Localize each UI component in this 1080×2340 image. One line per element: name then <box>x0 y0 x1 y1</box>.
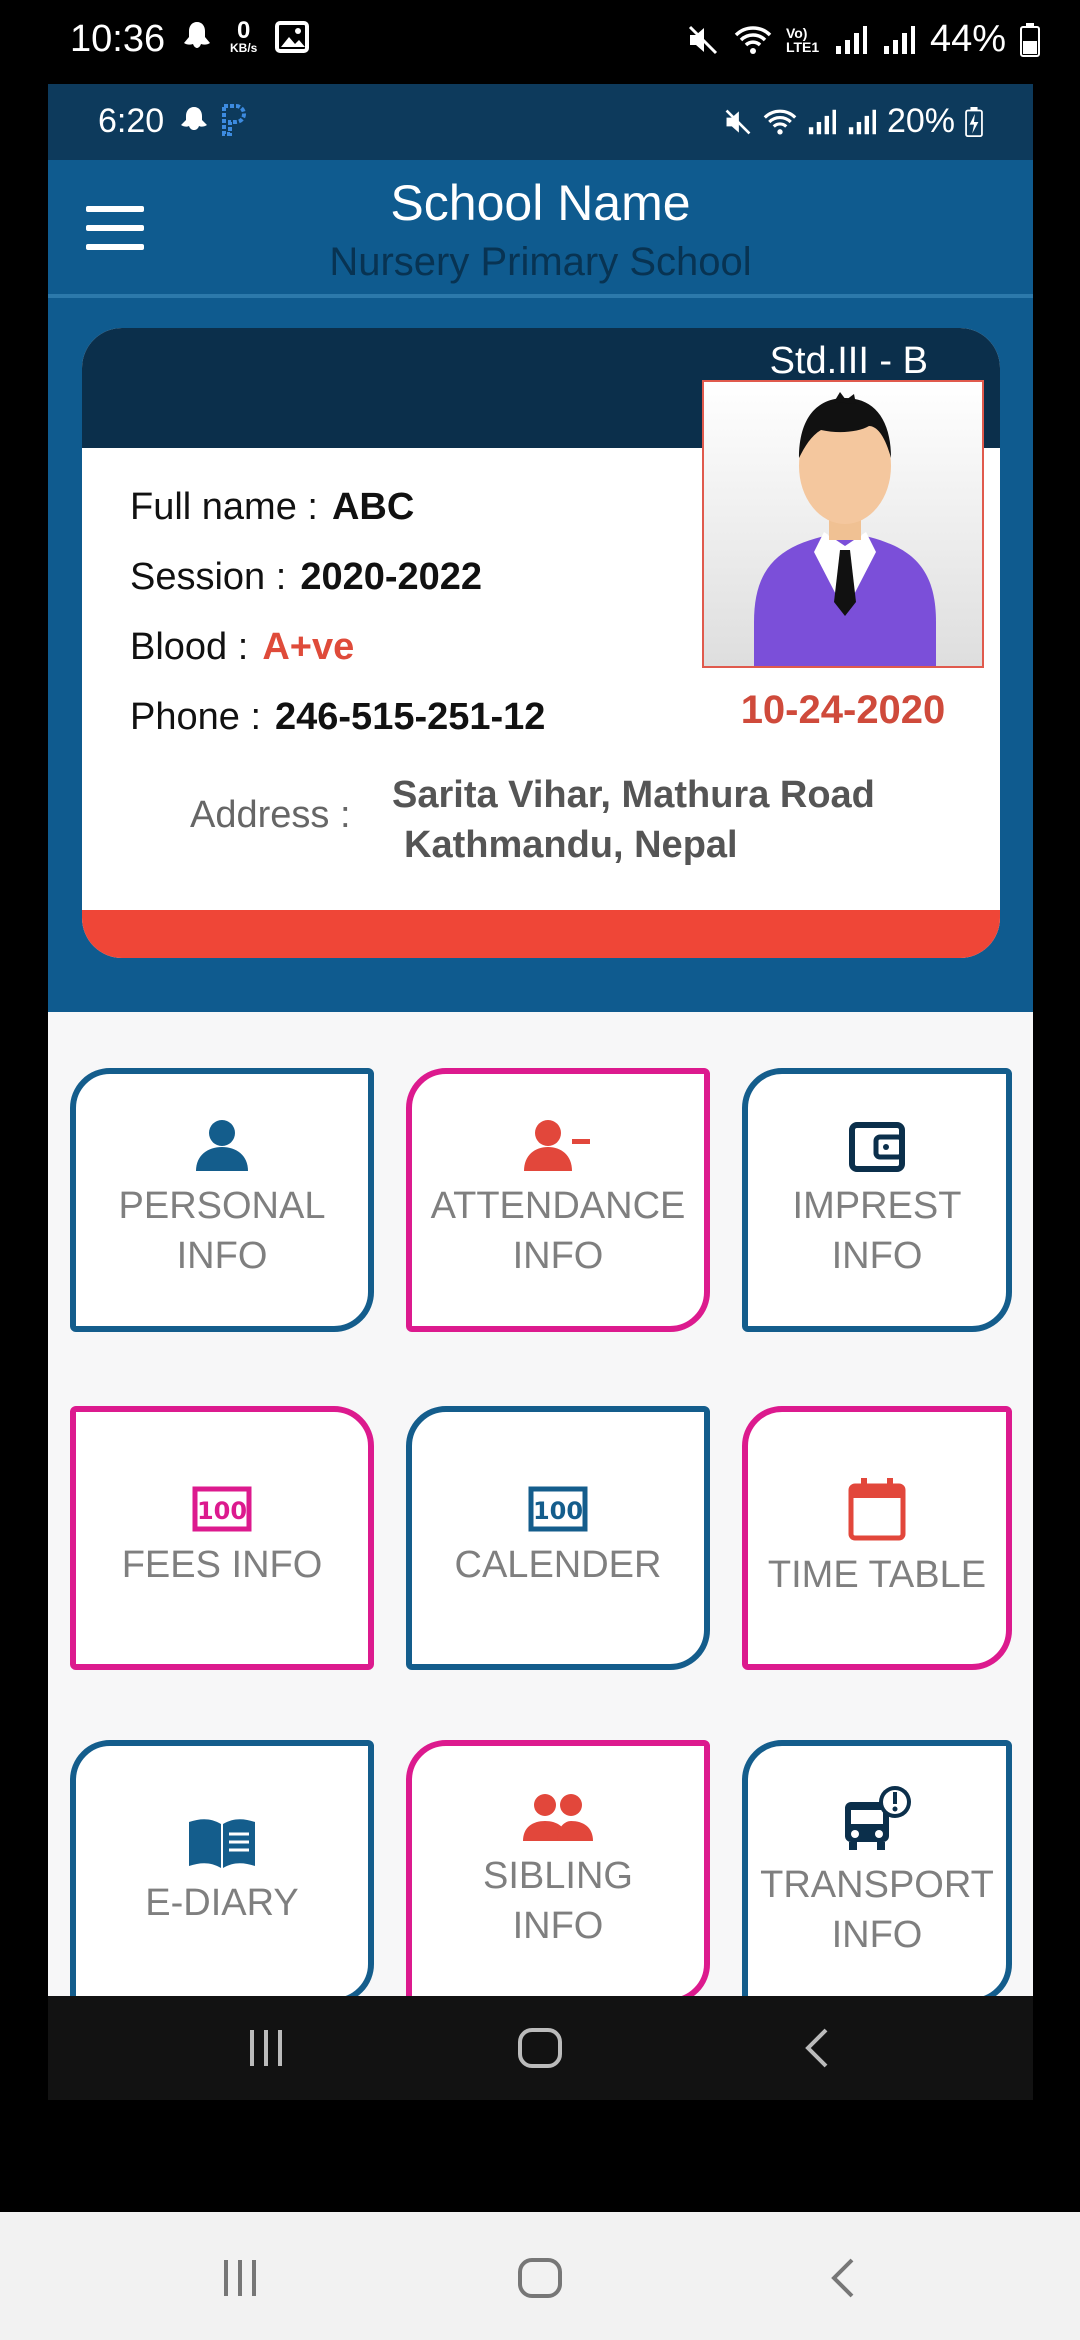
school-name: School Name <box>390 175 691 231</box>
app-frame: 6:20 20% School Name Nursery Primary Sch… <box>48 84 1033 2100</box>
person-icon <box>196 1120 248 1171</box>
time-table-tile[interactable]: TIME TABLE <box>742 1406 1012 1670</box>
app-bar: School Name Nursery Primary School <box>48 160 1033 298</box>
app-nav-bar <box>48 1996 1033 2100</box>
e-diary-tile[interactable]: E-DIARY <box>70 1740 374 2004</box>
session-row: Session :2020-2022 <box>130 556 483 598</box>
address-value: Sarita Vihar, Mathura Road Kathmandu, Ne… <box>392 774 875 866</box>
transport-info-tile[interactable]: TRANSPORT INFO <box>742 1740 1012 2004</box>
parking-app-icon <box>222 104 246 136</box>
home-icon[interactable] <box>516 2026 564 2070</box>
session-value: 2020-2022 <box>300 556 483 598</box>
full-name-row: Full name : ABC <box>130 486 415 528</box>
notification-app-icon <box>184 22 210 48</box>
imprest-info-tile[interactable]: IMPREST INFO <box>742 1068 1012 1332</box>
app-signal-icon-2 <box>848 109 876 134</box>
phone-row: Phone :246-515-251-12 <box>130 696 546 738</box>
wifi-icon <box>734 25 772 54</box>
recents-icon[interactable] <box>244 2026 288 2070</box>
person-minus-icon <box>524 1120 590 1171</box>
phone-recents-icon[interactable] <box>218 2256 262 2300</box>
phone-value: 246-515-251-12 <box>275 696 546 738</box>
snapchat-icon <box>181 107 207 130</box>
wallet-icon <box>849 1122 905 1172</box>
calender-tile[interactable]: 100 CALENDER <box>406 1406 710 1670</box>
users-icon <box>523 1794 593 1841</box>
phone-nav-bar <box>0 2212 1080 2340</box>
signal-icon <box>835 25 867 54</box>
app-wifi-icon <box>763 109 797 135</box>
charging-battery-icon <box>965 106 983 137</box>
battery-percent: 44% <box>929 18 1006 60</box>
signal-icon-2 <box>883 25 915 54</box>
student-header: Std.III - B 10-24-2020 Full name :ABC S <box>48 298 1033 1012</box>
phone-status-bar: 10:36 0 KB/s Vo) LTE1 44% <box>0 0 1080 84</box>
fees-info-tile[interactable]: 100 FEES INFO <box>70 1406 374 1670</box>
blood-row: Blood : A+ve <box>130 626 355 668</box>
bus-alert-icon <box>845 1786 911 1850</box>
phone-back-icon[interactable] <box>828 2256 858 2300</box>
student-photo <box>702 380 984 668</box>
network-speed: 0 KB/s <box>230 17 258 55</box>
image-notification-icon <box>275 21 310 53</box>
photo-date: 10-24-2020 <box>740 688 946 732</box>
back-icon[interactable] <box>802 2026 832 2070</box>
phone-clock: 10:36 <box>70 18 166 60</box>
address-label: Address : <box>190 794 351 836</box>
svg-text:100: 100 <box>533 1497 583 1525</box>
app-mute-icon <box>725 109 751 134</box>
app-battery-percent: 20% <box>886 102 955 140</box>
calendar-icon <box>848 1478 906 1541</box>
phone-home-icon[interactable] <box>516 2256 564 2300</box>
personal-info-tile[interactable]: PERSONAL INFO <box>70 1068 374 1332</box>
avatar-icon <box>754 392 936 666</box>
book-icon <box>189 1819 255 1868</box>
student-id-card: Std.III - B 10-24-2020 Full name :ABC S <box>82 328 1000 958</box>
svg-text:100: 100 <box>197 1497 247 1525</box>
class-section: Std.III - B <box>769 340 928 382</box>
attendance-info-tile[interactable]: ATTENDANCE INFO <box>406 1068 710 1332</box>
school-subtitle: Nursery Primary School <box>329 240 752 284</box>
money-icon: 100 <box>192 1486 252 1532</box>
blood-value: A+ve <box>262 626 355 668</box>
app-signal-icon <box>808 109 836 134</box>
sibling-info-tile[interactable]: SIBLING INFO <box>406 1740 710 2004</box>
mute-icon <box>688 25 717 54</box>
app-status-bar: 6:20 20% <box>48 84 1033 160</box>
battery-icon <box>1020 22 1040 57</box>
full-name-value: ABC <box>331 486 415 528</box>
app-clock: 6:20 <box>98 102 165 140</box>
volte-label: Vo) LTE1 <box>785 24 820 55</box>
money-icon: 100 <box>528 1486 588 1532</box>
